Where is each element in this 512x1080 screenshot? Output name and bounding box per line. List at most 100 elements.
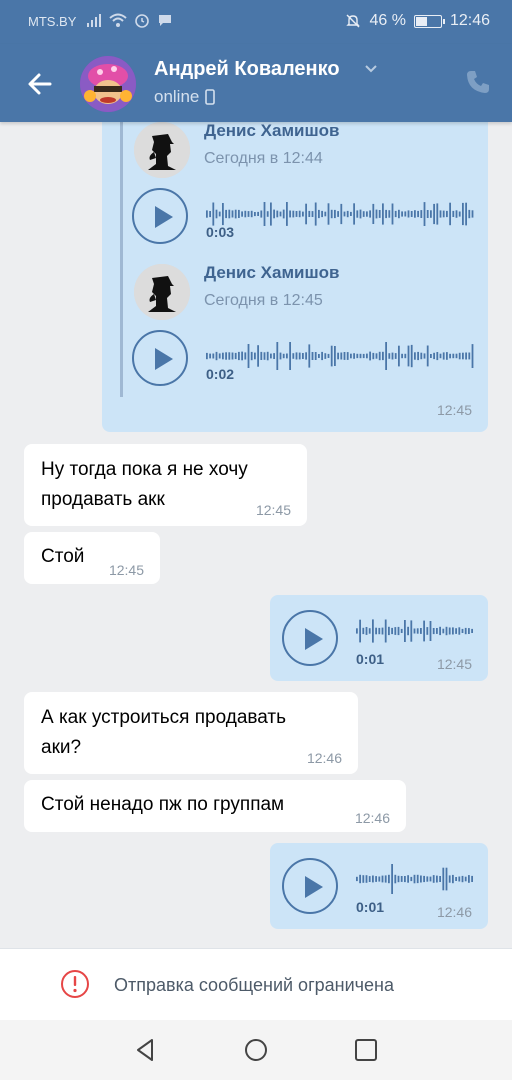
waveform-bar bbox=[247, 211, 250, 217]
waveform-bar bbox=[244, 352, 247, 360]
waveform-bar bbox=[254, 352, 256, 360]
incoming-message[interactable]: Ну тогда пока я не хочу продавать акк 12… bbox=[24, 444, 307, 526]
incoming-message[interactable]: Стой 12:45 bbox=[24, 532, 160, 584]
forwarded-messages-bubble[interactable]: Денис Хамишов Сегодня в 12:44 0:03 Денис… bbox=[102, 122, 488, 432]
waveform-bar bbox=[369, 210, 371, 218]
waveform-bar bbox=[273, 353, 275, 359]
carrier-label: MTS.BY bbox=[28, 14, 77, 29]
voice-duration: 0:01 bbox=[356, 899, 385, 915]
waveform-bar bbox=[401, 211, 403, 217]
phone-call-icon[interactable] bbox=[464, 68, 492, 96]
waveform-bar bbox=[397, 875, 400, 883]
waveform-bar bbox=[337, 211, 339, 217]
incoming-message[interactable]: А как устроиться продавать аки? 12:46 bbox=[24, 692, 358, 774]
back-arrow-icon[interactable] bbox=[24, 68, 56, 100]
outgoing-voice-message[interactable]: 0:01 12:46 bbox=[270, 843, 488, 929]
waveform-bar bbox=[400, 876, 403, 882]
waveform-bar bbox=[321, 351, 323, 361]
play-button[interactable] bbox=[132, 188, 188, 244]
forwarded-date: Сегодня в 12:45 bbox=[204, 292, 323, 309]
waveform-bar bbox=[270, 353, 272, 359]
online-status-label: online bbox=[154, 87, 200, 106]
waveform-bar bbox=[439, 876, 441, 882]
waveform-bar bbox=[298, 352, 301, 360]
waveform-bar bbox=[212, 202, 215, 226]
waveform-bar bbox=[410, 344, 413, 368]
waveform-bar bbox=[462, 352, 464, 360]
waveform-bar bbox=[353, 203, 355, 225]
waveform-bar bbox=[439, 626, 441, 636]
waveform-bar bbox=[330, 209, 333, 219]
message-restriction-bar: Отправка сообщений ограничена bbox=[0, 948, 512, 1020]
nav-recents-icon[interactable] bbox=[352, 1036, 380, 1064]
message-text-line: А как устроиться продавать bbox=[41, 707, 287, 728]
waveform-bar bbox=[391, 864, 393, 894]
waveform-bar bbox=[458, 876, 461, 882]
waveform-bar bbox=[468, 209, 471, 219]
waveform-bar bbox=[247, 344, 250, 368]
waveform-bar bbox=[209, 211, 211, 218]
waveform-bar bbox=[423, 620, 425, 642]
waveform-bar bbox=[375, 209, 378, 219]
restriction-text: Отправка сообщений ограничена bbox=[114, 975, 394, 995]
waveform-bar bbox=[244, 210, 247, 218]
waveform-bar bbox=[404, 211, 407, 217]
chat-messages[interactable]: Денис Хамишов Сегодня в 12:44 0:03 Денис… bbox=[0, 122, 512, 948]
waveform-bar bbox=[305, 352, 307, 360]
waveform-bar bbox=[302, 353, 304, 359]
waveform-bar bbox=[212, 353, 215, 359]
play-button[interactable] bbox=[282, 858, 338, 914]
waveform-bar bbox=[442, 210, 445, 218]
voice-waveform[interactable] bbox=[356, 615, 476, 647]
waveform-bar bbox=[471, 875, 473, 882]
voice-waveform[interactable] bbox=[206, 198, 476, 230]
waveform-bar bbox=[410, 876, 413, 882]
incoming-message[interactable]: Стой ненадо пж по группам 12:46 bbox=[24, 780, 406, 832]
voice-waveform[interactable] bbox=[356, 863, 476, 895]
waveform-bar bbox=[423, 202, 426, 226]
waveform-bar bbox=[394, 627, 397, 635]
contact-status: online bbox=[154, 87, 216, 107]
waveform-bar bbox=[225, 352, 227, 360]
waveform-bar bbox=[308, 210, 311, 217]
voice-waveform[interactable] bbox=[206, 340, 476, 372]
waveform-bar bbox=[353, 353, 355, 359]
contact-name[interactable]: Андрей Коваленко bbox=[154, 58, 340, 81]
waveform-bar bbox=[410, 620, 413, 642]
contact-avatar[interactable] bbox=[80, 56, 136, 112]
waveform-bar bbox=[340, 352, 343, 360]
message-time: 12:46 bbox=[436, 904, 472, 920]
waveform-bar bbox=[385, 209, 387, 219]
waveform-bar bbox=[295, 352, 298, 360]
waveform-bar bbox=[452, 210, 455, 217]
waveform-bar bbox=[266, 351, 269, 361]
mobile-device-icon bbox=[205, 89, 216, 105]
waveform-bar bbox=[433, 352, 435, 360]
waveform-bar bbox=[308, 344, 311, 368]
outgoing-voice-message[interactable]: 0:01 12:45 bbox=[270, 595, 488, 681]
waveform-bar bbox=[218, 353, 221, 359]
waveform-bar bbox=[279, 211, 282, 217]
voice-duration: 0:02 bbox=[206, 366, 235, 382]
message-text-line: продавать акк bbox=[41, 489, 165, 510]
nav-back-icon[interactable] bbox=[132, 1036, 160, 1064]
waveform-bar bbox=[442, 867, 445, 891]
play-button[interactable] bbox=[132, 330, 188, 386]
chevron-down-icon[interactable] bbox=[364, 64, 378, 74]
sender-avatar bbox=[134, 122, 190, 178]
waveform-bar bbox=[215, 351, 218, 361]
waveform-bar bbox=[407, 875, 409, 883]
waveform-bar bbox=[311, 211, 314, 217]
waveform-bar bbox=[407, 210, 410, 218]
waveform-bar bbox=[410, 211, 413, 217]
waveform-bar bbox=[368, 628, 371, 634]
nav-home-icon[interactable] bbox=[242, 1036, 270, 1064]
waveform-bar bbox=[206, 352, 208, 360]
play-button[interactable] bbox=[282, 610, 338, 666]
waveform-bar bbox=[324, 353, 327, 359]
waveform-bar bbox=[436, 203, 439, 225]
waveform-bar bbox=[292, 210, 295, 218]
waveform-bar bbox=[449, 202, 451, 226]
waveform-bar bbox=[391, 203, 394, 225]
waveform-bar bbox=[381, 875, 384, 883]
